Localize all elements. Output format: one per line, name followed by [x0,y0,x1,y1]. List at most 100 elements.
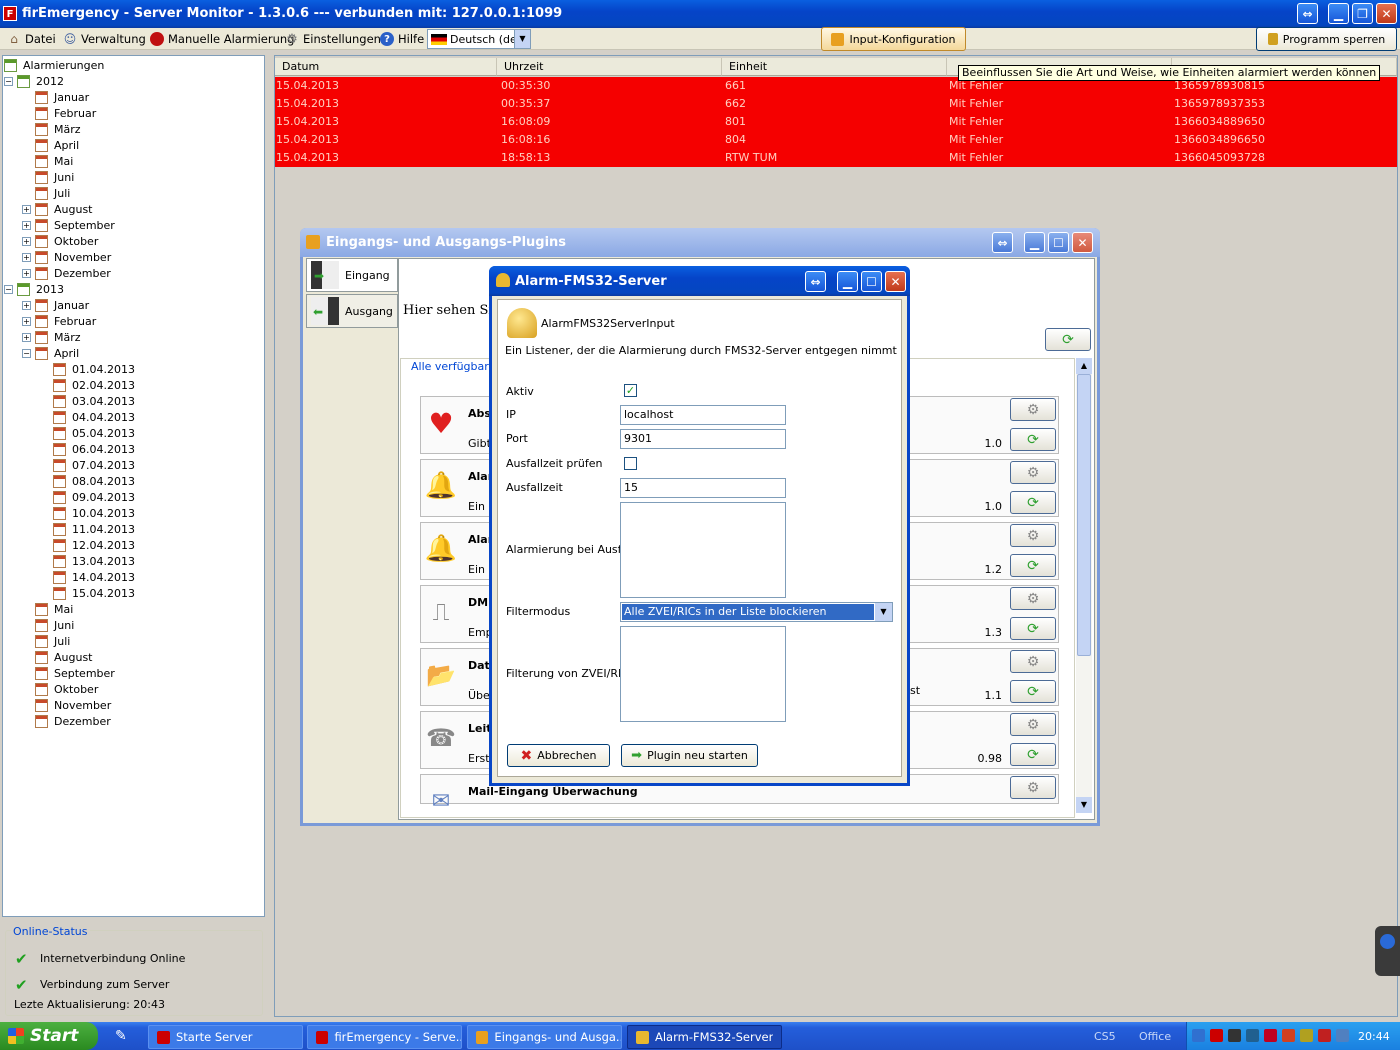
tree-month[interactable]: Oktober [22,681,100,697]
menu-verwaltung[interactable]: ☺ Verwaltung [63,29,146,49]
plugins-close-button[interactable]: ✕ [1072,232,1093,253]
expander-icon[interactable]: + [22,268,31,278]
back-arrow-icon[interactable] [1192,1029,1205,1042]
tree-label[interactable]: November [52,251,113,264]
tree-month[interactable]: − April [22,345,81,361]
tree-month[interactable]: Juni [22,617,76,633]
tree-label[interactable]: Dezember [52,267,113,280]
tree-month[interactable]: Dezember [22,713,113,729]
tree-month[interactable]: + Januar [22,297,91,313]
tree-label[interactable]: Juli [52,635,72,648]
tree-month[interactable]: Juli [22,185,72,201]
plugin-settings-button[interactable]: ⚙ [1010,398,1056,421]
tree-label[interactable]: Februar [52,107,98,120]
cancel-button[interactable]: ✖ Abbrechen [507,744,610,767]
tree-year[interactable]: − 2013 [4,281,66,297]
tree-label[interactable]: 2012 [34,75,66,88]
taskbar-item[interactable]: Starte Server [148,1025,303,1049]
tree-label[interactable]: 04.04.2013 [70,411,137,424]
tree-day[interactable]: 08.04.2013 [40,473,137,489]
expander-icon[interactable]: + [22,220,31,230]
tree-day[interactable]: 03.04.2013 [40,393,137,409]
tree-label[interactable]: 07.04.2013 [70,459,137,472]
tree-month[interactable]: Februar [22,105,98,121]
filterung-list[interactable] [620,626,786,722]
tree-label[interactable]: September [52,219,117,232]
toolbar-office[interactable]: Office [1139,1030,1171,1043]
expander-icon[interactable]: + [22,316,31,326]
tree-month[interactable]: März [22,121,83,137]
antivirus-icon[interactable] [1282,1029,1295,1042]
tree-label[interactable]: Mai [52,155,75,168]
plugin-settings-button[interactable]: ⚙ [1010,461,1056,484]
expander-icon[interactable]: − [22,348,31,358]
language-select[interactable]: Deutsch (de) ▼ [427,29,531,49]
tree-day[interactable]: 11.04.2013 [40,521,137,537]
plugin-restart-button[interactable]: ⟳ [1010,491,1056,514]
plugin-settings-button[interactable]: ⚙ [1010,650,1056,673]
tree-label[interactable]: Dezember [52,715,113,728]
tree-day[interactable]: 05.04.2013 [40,425,137,441]
tree-day[interactable]: 04.04.2013 [40,409,137,425]
tree-label[interactable]: Juni [52,171,76,184]
resize-toggle-button[interactable]: ⇔ [1297,3,1318,24]
alarmierung-ausfall-list[interactable] [620,502,786,598]
plugins-maximize-button[interactable]: ☐ [1048,232,1069,253]
tree-month[interactable]: Juni [22,169,76,185]
tree-month[interactable]: + März [22,329,83,345]
tree-label[interactable]: 01.04.2013 [70,363,137,376]
tree-label[interactable]: Juli [52,187,72,200]
tree-day[interactable]: 13.04.2013 [40,553,137,569]
fms32-resize-button[interactable]: ⇔ [805,271,826,292]
tree-month[interactable]: + Februar [22,313,98,329]
tree-label[interactable]: 14.04.2013 [70,571,137,584]
plugin-settings-button[interactable]: ⚙ [1010,776,1056,799]
tree-label[interactable]: August [52,203,95,216]
tree-label[interactable]: März [52,123,83,136]
tree-month[interactable]: November [22,697,113,713]
tree-day[interactable]: 09.04.2013 [40,489,137,505]
plugin-restart-button[interactable]: ⟳ [1010,554,1056,577]
port-field[interactable]: 9301 [620,429,786,449]
tree-label[interactable]: April [52,347,81,360]
expander-icon[interactable]: − [4,76,13,86]
tree-label[interactable]: Mai [52,603,75,616]
chevron-down-icon[interactable]: ▼ [514,30,530,48]
plugins-resize-button[interactable]: ⇔ [992,232,1013,253]
tree-label[interactable]: November [52,699,113,712]
expander-icon[interactable]: + [22,252,31,262]
teamviewer-tab[interactable] [1375,926,1400,976]
toolbar-cs5[interactable]: CS5 [1094,1030,1116,1043]
tree-label[interactable]: Oktober [52,683,100,696]
tree-label[interactable]: 10.04.2013 [70,507,137,520]
tree-day[interactable]: 10.04.2013 [40,505,137,521]
tree-label[interactable]: August [52,651,95,664]
network-icon[interactable] [1246,1029,1259,1042]
tree-day[interactable]: 12.04.2013 [40,537,137,553]
quicklaunch-icon[interactable]: ✎ [115,1028,127,1044]
tree-month[interactable]: Mai [22,601,75,617]
taskbar-item[interactable]: Eingangs- und Ausga... [467,1025,622,1049]
fms32-minimize-button[interactable]: ▁ [837,271,858,292]
restart-plugin-button[interactable]: ➡ Plugin neu starten [621,744,758,767]
tree-label[interactable]: Januar [52,91,91,104]
expander-icon[interactable]: + [22,332,31,342]
tree-label[interactable]: 02.04.2013 [70,379,137,392]
tree-label[interactable]: 2013 [34,283,66,296]
col-header-einheit[interactable]: Einheit [722,58,947,76]
plugins-scrollbar[interactable]: ▲ ▼ [1076,358,1092,813]
ausfall-pruefen-checkbox[interactable] [624,457,637,470]
tree-month[interactable]: August [22,649,95,665]
tree-month[interactable]: + August [22,201,95,217]
tree-label[interactable]: Oktober [52,235,100,248]
tree-label[interactable]: 05.04.2013 [70,427,137,440]
expander-icon[interactable]: + [22,236,31,246]
tree-label[interactable]: 13.04.2013 [70,555,137,568]
plugin-settings-button[interactable]: ⚙ [1010,587,1056,610]
minimize-button[interactable]: ▁ [1328,3,1349,24]
plugin-restart-button[interactable]: ⟳ [1010,428,1056,451]
tree-month[interactable]: + September [22,217,117,233]
tree-month[interactable]: + November [22,249,113,265]
tree-label[interactable]: Januar [52,299,91,312]
tree-month[interactable]: April [22,137,81,153]
